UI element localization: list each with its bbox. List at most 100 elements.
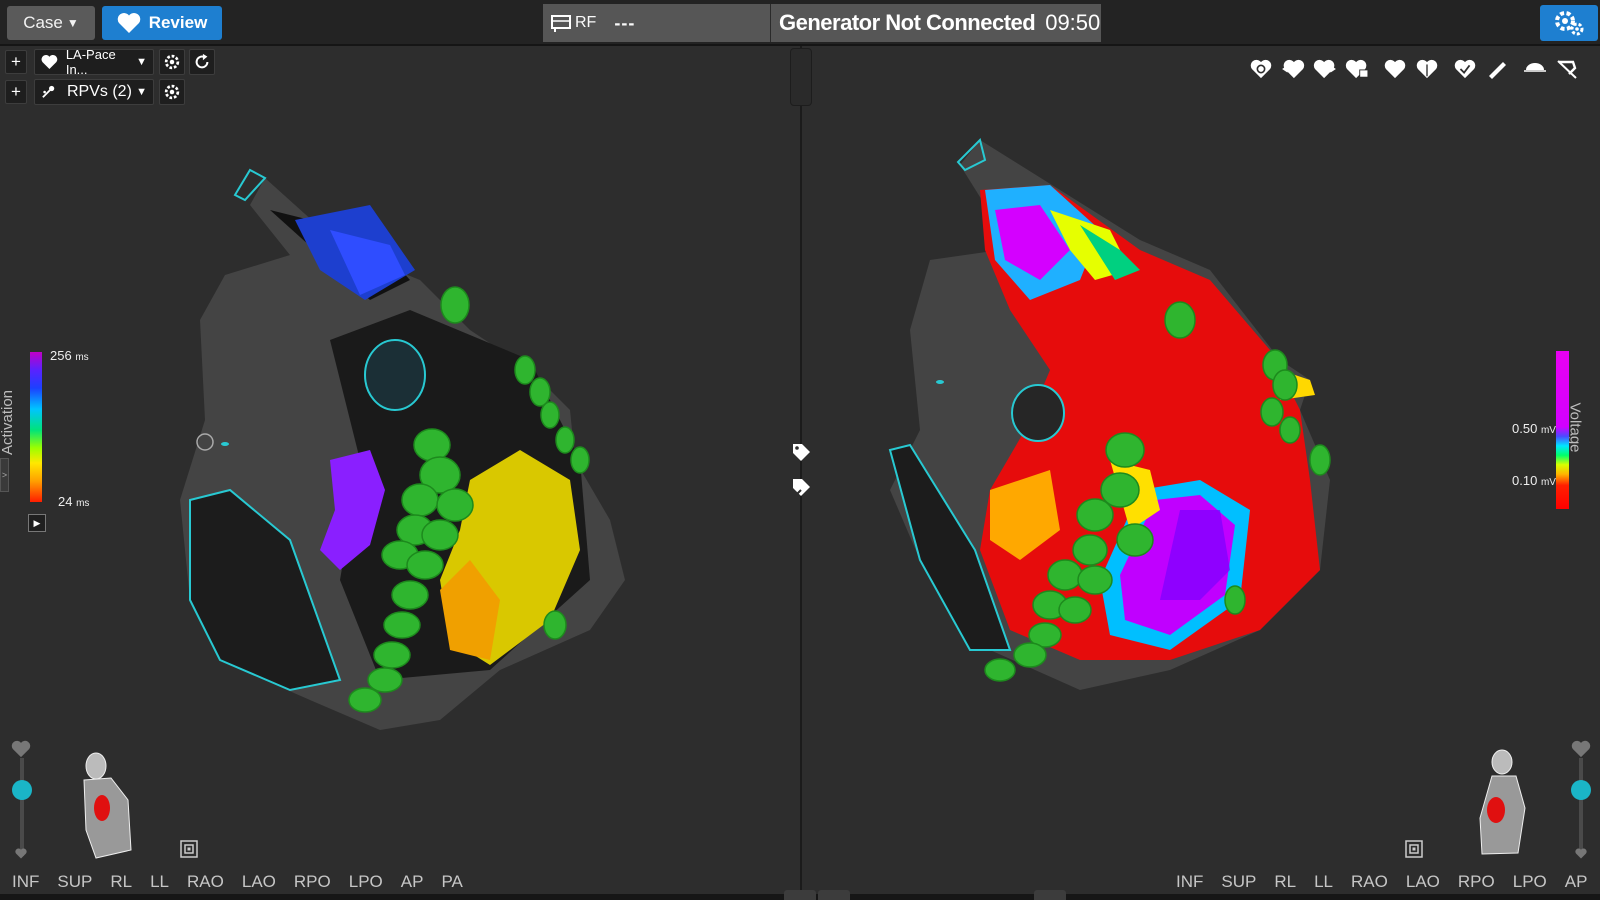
tag-pen-icon <box>793 479 810 497</box>
heart-arrow-left-icon <box>1282 59 1305 79</box>
expand-bottom-panel-tab[interactable] <box>784 890 816 900</box>
view-ap-button[interactable]: AP <box>401 872 424 892</box>
view-rpo-button[interactable]: RPO <box>1458 872 1495 892</box>
map-selector-label: LA-Pace In... <box>65 47 116 77</box>
heart-top-icon <box>11 740 31 758</box>
activation-unit: ms <box>75 352 89 363</box>
view-sup-button[interactable]: SUP <box>57 872 92 892</box>
view-buttons-left: INF SUP RL LL RAO LAO RPO LPO AP PA <box>12 872 481 892</box>
zoom-slider-track[interactable] <box>20 758 24 856</box>
heart-top-icon <box>1571 740 1591 758</box>
heart-check-tool[interactable] <box>1449 54 1481 84</box>
view-lpo-button[interactable]: LPO <box>1513 872 1547 892</box>
view-rao-button[interactable]: RAO <box>187 872 224 892</box>
heart-transparency-tool[interactable] <box>1411 54 1443 84</box>
tag-icon <box>793 444 810 461</box>
snapshot-icon <box>180 840 198 858</box>
map-selector[interactable]: LA-Pace In... ▼ <box>34 47 154 77</box>
gears-icon <box>1555 11 1584 36</box>
tag-tool-1[interactable] <box>785 437 817 467</box>
caret-down-icon: ▼ <box>66 16 79 30</box>
system-settings-button[interactable] <box>1540 5 1598 41</box>
expand-bottom-panel-tab[interactable] <box>1034 890 1066 900</box>
caret-down-icon: ▼ <box>136 86 147 98</box>
add-map-button[interactable]: + <box>5 50 27 74</box>
review-button[interactable]: Review <box>102 6 222 40</box>
voltage-high-value: 0.50 <box>1512 421 1538 436</box>
view-lao-button[interactable]: LAO <box>242 872 276 892</box>
rf-value: --- <box>614 12 636 33</box>
refresh-map-button[interactable] <box>189 49 215 75</box>
activation-unit: ms <box>76 498 90 509</box>
case-menu-button[interactable]: Case ▼ <box>7 6 95 40</box>
view-rpo-button[interactable]: RPO <box>294 872 331 892</box>
activation-color-bar[interactable] <box>30 352 42 502</box>
gear-icon <box>164 54 180 70</box>
bottom-panel-tab[interactable] <box>818 890 850 900</box>
hide-catheter-tool[interactable] <box>1551 54 1583 84</box>
heart-right-tool[interactable] <box>1309 54 1341 84</box>
voltage-map-3d[interactable] <box>880 130 1360 720</box>
tag-tool-2[interactable] <box>785 472 817 502</box>
heart-bottom-icon <box>15 848 27 859</box>
view-rl-button[interactable]: RL <box>110 872 132 892</box>
catheter-icon <box>551 15 571 32</box>
view-ll-button[interactable]: LL <box>1314 872 1333 892</box>
measure-tool[interactable] <box>1481 54 1513 84</box>
zoom-slider-track[interactable] <box>1579 758 1583 856</box>
heart-icon <box>1384 59 1406 79</box>
viewport-divider[interactable] <box>800 46 802 896</box>
view-rl-button[interactable]: RL <box>1274 872 1296 892</box>
view-inf-button[interactable]: INF <box>12 872 39 892</box>
play-propagation-button[interactable]: ▶ <box>28 514 46 532</box>
carto-app: Case ▼ Review RF --- Generator Not Conne… <box>0 0 1600 900</box>
view-lpo-button[interactable]: LPO <box>349 872 383 892</box>
view-ll-button[interactable]: LL <box>150 872 169 892</box>
view-lao-button[interactable]: LAO <box>1406 872 1440 892</box>
case-label: Case <box>23 13 63 32</box>
activation-max-value: 256 <box>50 348 72 363</box>
generator-status: Generator Not Connected <box>779 10 1036 35</box>
view-rao-button[interactable]: RAO <box>1351 872 1388 892</box>
activation-min-value: 24 <box>58 494 73 509</box>
voltage-unit: mV <box>1540 477 1556 488</box>
heart-outline-tool[interactable] <box>1245 54 1277 84</box>
clip-plane-icon <box>1524 63 1546 72</box>
activation-max-label: 256 ms <box>50 348 89 363</box>
legend-collapse-tab[interactable]: > <box>0 458 9 492</box>
tag-settings-button[interactable] <box>159 79 185 105</box>
heart-view-tool[interactable] <box>1379 54 1411 84</box>
clip-plane-tool[interactable] <box>1519 54 1551 84</box>
zoom-slider-knob[interactable] <box>12 780 32 800</box>
catheter-hide-icon <box>1557 60 1577 79</box>
snapshot-button-right[interactable] <box>1403 838 1425 860</box>
divider-grip[interactable] <box>790 48 812 106</box>
heart-lock-icon <box>1345 59 1369 79</box>
view-buttons-right: INF SUP RL LL RAO LAO RPO LPO AP PA <box>1176 872 1600 892</box>
caret-down-icon: ▼ <box>136 56 147 68</box>
map-settings-button[interactable] <box>159 49 185 75</box>
snapshot-icon <box>1405 840 1423 858</box>
top-bar: Case ▼ Review RF --- Generator Not Conne… <box>0 0 1600 46</box>
heart-left-tool[interactable] <box>1277 54 1309 84</box>
refresh-icon <box>195 53 209 69</box>
snapshot-button-left[interactable] <box>178 838 200 860</box>
torso-orientation-icon[interactable] <box>1470 748 1530 860</box>
heart-lock-tool[interactable] <box>1341 54 1373 84</box>
voltage-low-label: 0.10 mV <box>1512 473 1556 488</box>
view-sup-button[interactable]: SUP <box>1221 872 1256 892</box>
tag-set-label: RPVs (2) <box>67 83 132 100</box>
view-ap-button[interactable]: AP <box>1565 872 1588 892</box>
tag-set-selector[interactable]: RPVs (2) ▼ <box>34 79 154 105</box>
status-panel: RF --- Generator Not Connected 09:50 <box>543 4 1101 42</box>
heart-icon <box>41 54 58 70</box>
view-inf-button[interactable]: INF <box>1176 872 1203 892</box>
torso-orientation-icon[interactable] <box>76 750 136 860</box>
view-pa-button[interactable]: PA <box>441 872 462 892</box>
add-tag-set-button[interactable]: + <box>5 80 27 104</box>
voltage-low-value: 0.10 <box>1512 473 1538 488</box>
voltage-color-bar[interactable] <box>1556 351 1569 509</box>
activation-map-3d[interactable] <box>170 160 650 750</box>
zoom-slider-knob[interactable] <box>1571 780 1591 800</box>
activation-min-label: 24 ms <box>58 494 89 509</box>
